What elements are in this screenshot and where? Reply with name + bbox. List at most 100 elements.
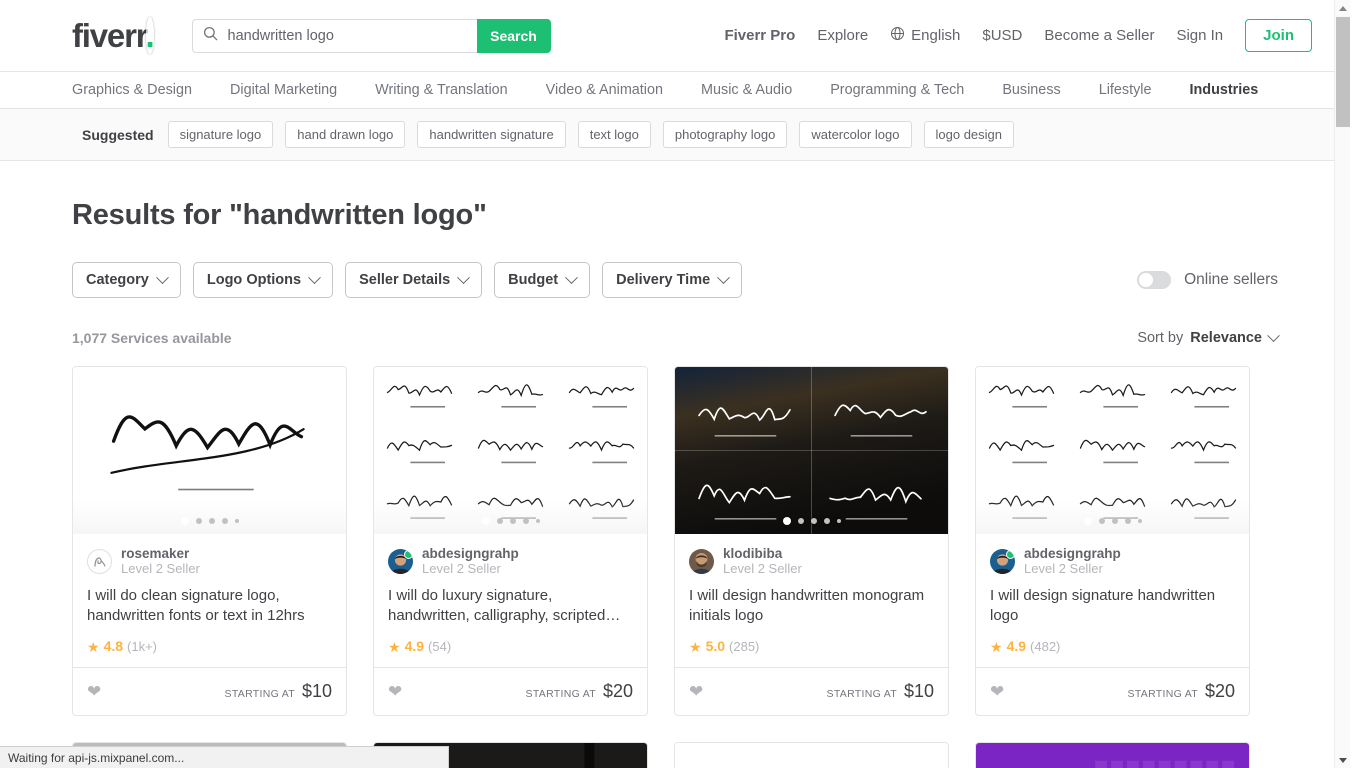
search-input[interactable] <box>225 26 469 45</box>
category-nav-item-business[interactable]: Business <box>1002 82 1060 98</box>
scroll-down-arrow-icon[interactable] <box>1335 752 1350 768</box>
carousel-dots[interactable] <box>73 517 346 525</box>
carousel-dot[interactable] <box>535 519 540 523</box>
favorite-heart-icon[interactable]: ❤ <box>388 682 402 702</box>
carousel-dot[interactable] <box>180 517 189 525</box>
gig-card[interactable]: abdesigngrahp Level 2 Seller I will do lux… <box>373 366 648 717</box>
gig-rating-count: (1k+) <box>127 639 158 655</box>
carousel-dot[interactable] <box>496 518 503 524</box>
scrollbar-thumb[interactable] <box>1336 17 1350 127</box>
gig-card[interactable]: rosemaker Level 2 Seller I will do clean s… <box>72 366 347 717</box>
gig-title[interactable]: I will design signature handwritten logo <box>990 586 1235 626</box>
search-input-wrapper[interactable] <box>191 18 477 53</box>
join-button[interactable]: Join <box>1245 19 1312 52</box>
filter-seller-details[interactable]: Seller Details <box>345 262 483 298</box>
gig-title[interactable]: I will do luxury signature, handwritten,… <box>388 586 633 626</box>
nav-currency[interactable]: $USD <box>982 27 1022 44</box>
category-nav-item-writing-translation[interactable]: Writing & Translation <box>375 82 508 98</box>
favorite-heart-icon[interactable]: ❤ <box>87 682 101 702</box>
carousel-dot[interactable] <box>1111 518 1118 524</box>
filter-logo-options[interactable]: Logo Options <box>192 262 334 298</box>
category-nav-item-video-animation[interactable]: Video & Animation <box>546 82 663 98</box>
scroll-up-arrow-icon[interactable] <box>1335 0 1350 16</box>
gig-seller[interactable]: abdesigngrahp Level 2 Seller <box>388 546 633 576</box>
gig-starting-at-label: STARTING AT <box>525 688 596 701</box>
gig-title[interactable]: I will design handwritten monogram initi… <box>689 586 934 626</box>
suggested-chip[interactable]: hand drawn logo <box>285 121 406 148</box>
suggested-chip[interactable]: handwritten signature <box>417 121 566 148</box>
avatar <box>388 548 413 574</box>
gig-rating-value: 4.8 <box>103 638 124 655</box>
nav-explore[interactable]: Explore <box>817 27 868 44</box>
carousel-dot[interactable] <box>1083 517 1092 525</box>
nav-become-a-seller[interactable]: Become a Seller <box>1044 27 1154 44</box>
category-nav-item-music-audio[interactable]: Music & Audio <box>701 82 792 98</box>
gig-image[interactable] <box>73 367 346 534</box>
suggested-chip[interactable]: photography logo <box>662 121 788 148</box>
vertical-scrollbar[interactable] <box>1334 0 1350 768</box>
carousel-dot[interactable] <box>221 518 228 524</box>
globe-icon <box>890 26 905 45</box>
category-nav-item-lifestyle[interactable]: Lifestyle <box>1099 82 1152 98</box>
filter-category[interactable]: Category <box>72 262 181 298</box>
carousel-dot[interactable] <box>481 517 490 525</box>
carousel-dot[interactable] <box>782 517 791 525</box>
carousel-dot[interactable] <box>208 518 215 524</box>
category-nav-item-graphics-design[interactable]: Graphics & Design <box>72 82 192 98</box>
gig-card-footer: ❤ STARTING AT $20 <box>976 667 1249 715</box>
category-nav-item-digital-marketing[interactable]: Digital Marketing <box>230 82 337 98</box>
carousel-dots[interactable] <box>374 517 647 525</box>
carousel-dots[interactable] <box>976 517 1249 525</box>
search-icon <box>203 26 218 46</box>
gig-seller-name: klodibiba <box>723 546 783 561</box>
gig-image[interactable] <box>374 367 647 534</box>
carousel-dot[interactable] <box>823 518 830 524</box>
nav-fiverr-pro[interactable]: Fiverr Pro <box>724 27 795 44</box>
gig-card[interactable] <box>674 742 949 768</box>
filter-delivery-time[interactable]: Delivery Time <box>602 262 743 298</box>
carousel-dot[interactable] <box>1137 519 1142 523</box>
carousel-dot[interactable] <box>797 518 804 524</box>
carousel-dots[interactable] <box>675 517 948 525</box>
gig-seller-meta: abdesigngrahp Level 2 Seller <box>422 546 519 576</box>
gig-seller[interactable]: klodibiba Level 2 Seller <box>689 546 934 576</box>
gig-card[interactable]: abdesigngrahp Level 2 Seller I will design… <box>975 366 1250 717</box>
carousel-dot[interactable] <box>509 518 516 524</box>
carousel-dot[interactable] <box>195 518 202 524</box>
gig-card[interactable]: klodibiba Level 2 Seller I will design han… <box>674 366 949 717</box>
online-sellers-toggle[interactable] <box>1137 271 1172 289</box>
nav-sign-in[interactable]: Sign In <box>1176 27 1223 44</box>
gig-image[interactable] <box>976 367 1249 534</box>
suggested-chip[interactable]: signature logo <box>167 121 274 148</box>
carousel-dot[interactable] <box>1124 518 1131 524</box>
gig-seller[interactable]: rosemaker Level 2 Seller <box>87 546 332 576</box>
carousel-dot[interactable] <box>810 518 817 524</box>
carousel-dot[interactable] <box>234 519 239 523</box>
filter-budget[interactable]: Budget <box>494 262 591 298</box>
category-nav-item-programming-tech[interactable]: Programming & Tech <box>830 82 964 98</box>
gig-seller[interactable]: abdesigngrahp Level 2 Seller <box>990 546 1235 576</box>
carousel-dot[interactable] <box>522 518 529 524</box>
gig-title[interactable]: I will do clean signature logo, handwrit… <box>87 586 332 626</box>
sort-by-control[interactable]: Sort by Relevance <box>1137 328 1280 346</box>
gig-seller-name: rosemaker <box>121 546 190 561</box>
gig-card[interactable] <box>975 742 1250 768</box>
gig-rating: ★ 4.8 (1k+) <box>87 638 332 667</box>
gig-image[interactable] <box>675 367 948 534</box>
gig-seller-level: Level 2 Seller <box>1024 560 1103 576</box>
carousel-dot[interactable] <box>1098 518 1105 524</box>
fiverr-logo[interactable]: fiverr. <box>72 17 155 54</box>
suggested-chip[interactable]: watercolor logo <box>799 121 912 148</box>
suggested-chip[interactable]: logo design <box>923 121 1014 148</box>
filter-label: Logo Options <box>206 272 302 288</box>
suggested-chip[interactable]: text logo <box>577 121 651 148</box>
gig-price-group: STARTING AT $20 <box>1128 681 1235 702</box>
favorite-heart-icon[interactable]: ❤ <box>689 682 703 702</box>
nav-language[interactable]: English <box>890 26 960 45</box>
search-button[interactable]: Search <box>476 18 551 53</box>
carousel-dot[interactable] <box>836 519 841 523</box>
category-nav-item-industries[interactable]: Industries <box>1190 82 1259 98</box>
gig-starting-at-label: STARTING AT <box>826 688 897 701</box>
favorite-heart-icon[interactable]: ❤ <box>990 682 1004 702</box>
chevron-down-icon <box>565 270 578 284</box>
